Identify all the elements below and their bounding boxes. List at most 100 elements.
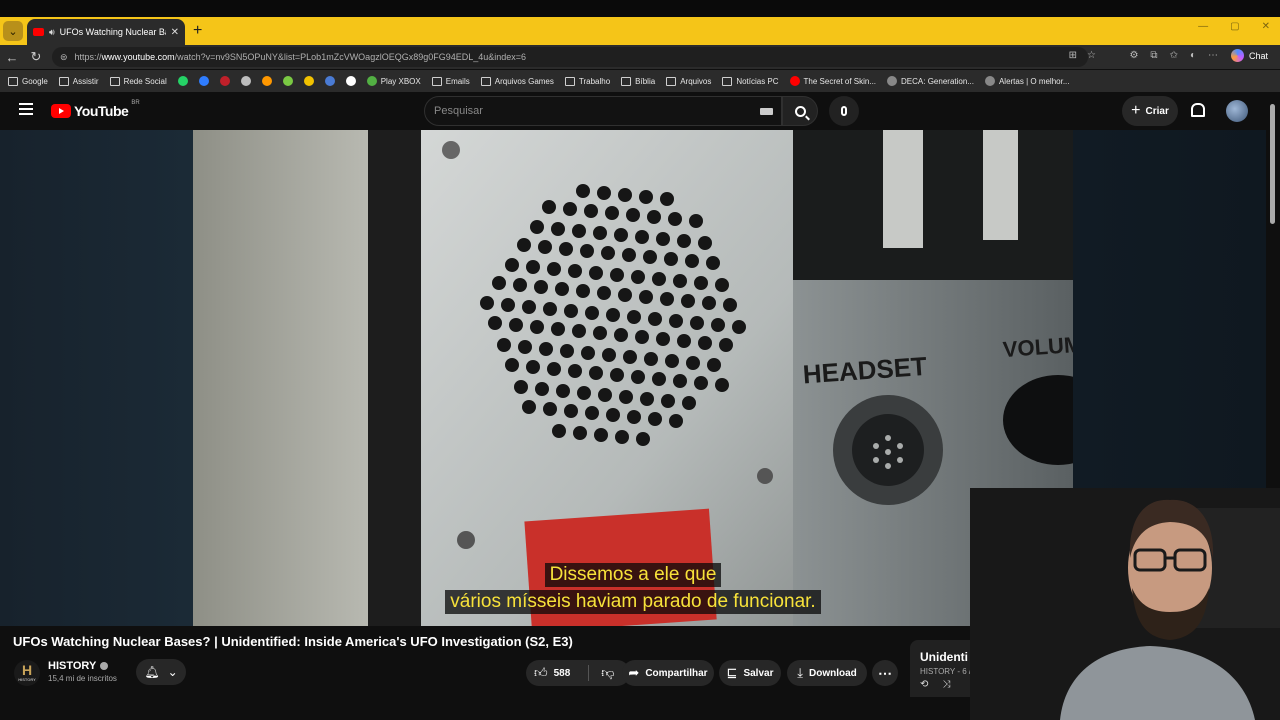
youtube-logo[interactable]: YouTube BR xyxy=(51,100,140,119)
caption-line-2: vários mísseis haviam parado de funciona… xyxy=(445,590,821,614)
reload-icon[interactable]: ↻ xyxy=(24,49,48,65)
avatar[interactable] xyxy=(1226,100,1248,122)
app-icon xyxy=(324,76,335,86)
video-player[interactable]: HEADSET VOLUM xyxy=(193,130,1073,626)
xbox-icon xyxy=(366,76,377,86)
chat-button[interactable]: Chat xyxy=(1230,49,1268,62)
split-screen-icon[interactable]: ⧉ xyxy=(1150,50,1157,61)
bookmark-item[interactable]: The Secret of Skin... xyxy=(789,76,877,86)
bookmark-label: Notícias PC xyxy=(736,76,779,86)
folder-icon xyxy=(722,76,733,86)
share-button[interactable]: ➦ Compartilhar xyxy=(622,660,714,686)
globe-icon xyxy=(887,76,898,86)
page-scrollbar[interactable] xyxy=(1266,92,1280,488)
whatsapp-icon xyxy=(177,76,188,86)
close-window-icon[interactable]: ✕ xyxy=(1262,21,1270,32)
folder-icon xyxy=(58,76,69,86)
bookmark-item[interactable]: Notícias PC xyxy=(722,76,779,86)
minimize-icon[interactable]: — xyxy=(1198,21,1208,32)
tab-list-button[interactable]: ⌄ xyxy=(3,21,23,41)
bookmark-label: Bíblia xyxy=(635,76,656,86)
thumbs-down-icon[interactable]: 👎︎ xyxy=(601,665,614,681)
more-menu-icon[interactable]: ⋯ xyxy=(1208,50,1218,61)
bookmark-label: Alertas | O melhor... xyxy=(998,76,1070,86)
menu-icon[interactable] xyxy=(19,103,33,115)
microphone-icon xyxy=(841,106,847,116)
panel-label-volume: VOLUM xyxy=(1002,332,1073,362)
create-label: Criar xyxy=(1145,105,1169,117)
save-button[interactable]: ⊑ Salvar xyxy=(719,660,781,686)
chat-label: Chat xyxy=(1248,50,1268,61)
create-button[interactable]: + Criar xyxy=(1122,96,1178,126)
install-app-icon[interactable]: ⊞ xyxy=(1069,50,1077,61)
channel-avatar[interactable]: H HISTORY xyxy=(14,660,40,686)
toolbar-icons: ⚙ ⧉ ✩ ◐ ⋯ xyxy=(1129,50,1218,61)
bookmark-item[interactable] xyxy=(177,76,188,86)
bookmark-item[interactable]: Bíblia xyxy=(621,76,656,86)
bookmark-item[interactable]: Arquivos Games xyxy=(480,76,554,86)
notifications-bell-icon[interactable] xyxy=(1190,102,1205,117)
back-arrow-icon[interactable]: ← xyxy=(0,50,24,65)
save-label: Salvar xyxy=(743,667,774,679)
loop-icon[interactable]: ⟲ xyxy=(920,679,928,690)
bookmark-label: Trabalho xyxy=(578,76,611,86)
alert-icon xyxy=(984,76,995,86)
site-info-icon[interactable]: ⊜ xyxy=(60,52,68,63)
bookmark-label: Arquivos Games xyxy=(494,76,554,86)
playlist-controls: ⟲ ⤨ xyxy=(920,679,970,690)
like-count[interactable]: 588 xyxy=(554,668,571,679)
keyboard-icon[interactable] xyxy=(760,108,773,115)
region-code: BR xyxy=(131,100,140,106)
url-field[interactable]: ⊜ https://www.youtube.com/watch?v=nv9SN5… xyxy=(52,47,1088,67)
playlist-panel[interactable]: Unidenti HISTORY - 6 / ⟲ ⤨ xyxy=(910,640,970,704)
bookmark-icon: ⊑ xyxy=(726,665,738,680)
scrollbar-thumb[interactable] xyxy=(1270,104,1275,224)
subscribed-notifications-button[interactable]: 🔔︎ ⌄ xyxy=(136,659,186,685)
window-top-edge xyxy=(0,0,1280,17)
voice-search-button[interactable] xyxy=(829,96,859,126)
bookmark-item[interactable]: Trabalho xyxy=(564,76,611,86)
bookmark-item[interactable] xyxy=(198,76,209,86)
folder-icon xyxy=(109,76,120,86)
close-tab-icon[interactable]: ✕ xyxy=(171,27,179,38)
playlist-title: Unidenti xyxy=(920,650,968,664)
maximize-icon[interactable]: ▢ xyxy=(1230,21,1239,32)
bookmark-item[interactable] xyxy=(219,76,230,86)
channel-name-link[interactable]: HISTORY xyxy=(48,660,109,672)
star-icon[interactable]: ☆ xyxy=(1087,50,1096,61)
bookmark-item[interactable]: Play XBOX xyxy=(366,76,421,86)
bookmark-item[interactable]: Google xyxy=(8,76,48,86)
like-divider xyxy=(588,665,590,681)
bookmark-item[interactable] xyxy=(282,76,293,86)
caption-line-1: Dissemos a ele que xyxy=(544,563,722,587)
bookmark-item[interactable] xyxy=(240,76,251,86)
share-icon: ➦ xyxy=(628,665,640,680)
bookmark-label: The Secret of Skin... xyxy=(803,76,877,86)
bookmark-item[interactable] xyxy=(303,76,314,86)
bookmark-item[interactable]: DECA: Generation... xyxy=(887,76,974,86)
bookmark-item[interactable]: Rede Social xyxy=(109,76,167,86)
bookmark-item[interactable]: Alertas | O melhor... xyxy=(984,76,1070,86)
more-actions-button[interactable]: ⋯ xyxy=(872,660,898,686)
bookmark-item[interactable] xyxy=(324,76,335,86)
bookmark-item[interactable] xyxy=(345,76,356,86)
speaker-icon[interactable]: 🔊︎ xyxy=(49,27,55,38)
bookmark-item[interactable]: Emails xyxy=(431,76,470,86)
profile-icon[interactable]: ◐ xyxy=(1190,50,1196,61)
bookmark-item[interactable]: Arquivos xyxy=(666,76,711,86)
more-icon: ⋯ xyxy=(878,664,892,681)
search-input[interactable]: Pesquisar xyxy=(424,96,782,126)
chevron-down-icon: ⌄ xyxy=(167,665,178,679)
shuffle-icon[interactable]: ⤨ xyxy=(942,679,950,690)
new-tab-button[interactable]: + xyxy=(193,22,202,40)
folder-icon xyxy=(666,76,677,86)
browser-tab[interactable]: 🔊︎ UFOs Watching Nuclear Bases ✕ xyxy=(27,19,185,45)
download-button[interactable]: ⤓ Download xyxy=(787,660,867,686)
search-button[interactable] xyxy=(782,96,818,126)
bookmark-item[interactable]: Assistir xyxy=(58,76,99,86)
bookmark-item[interactable] xyxy=(261,76,272,86)
app-icon xyxy=(345,76,356,86)
thumbs-up-icon[interactable]: 👍︎ xyxy=(534,665,548,681)
extensions-icon[interactable]: ⚙ xyxy=(1129,50,1138,61)
favorites-icon[interactable]: ✩ xyxy=(1170,50,1178,61)
